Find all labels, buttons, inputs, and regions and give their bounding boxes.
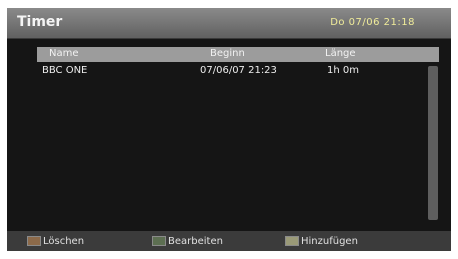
edit-button[interactable]: Bearbeiten bbox=[152, 234, 223, 248]
yellow-key-icon bbox=[285, 236, 299, 246]
column-header-length: Länge bbox=[325, 48, 356, 59]
footer-button-bar: Löschen Bearbeiten Hinzufügen bbox=[7, 231, 451, 251]
column-header-row: Name Beginn Länge bbox=[37, 47, 439, 62]
edit-button-label: Bearbeiten bbox=[168, 235, 223, 247]
cell-begin: 07/06/07 21:23 bbox=[200, 65, 277, 76]
timer-screen: Timer Do 07/06 21:18 Name Beginn Länge B… bbox=[7, 8, 451, 251]
title-bar: Timer Do 07/06 21:18 bbox=[7, 8, 451, 39]
page-title: Timer bbox=[17, 14, 63, 30]
column-header-begin: Beginn bbox=[210, 48, 245, 59]
add-button-label: Hinzufügen bbox=[301, 235, 358, 247]
scrollbar[interactable] bbox=[428, 66, 438, 220]
datetime-display: Do 07/06 21:18 bbox=[330, 17, 415, 28]
timer-list: Name Beginn Länge BBC ONE 07/06/07 21:23… bbox=[7, 39, 451, 231]
delete-button-label: Löschen bbox=[43, 235, 85, 247]
delete-button[interactable]: Löschen bbox=[27, 234, 84, 248]
red-key-icon bbox=[27, 236, 41, 246]
column-header-name: Name bbox=[49, 48, 79, 59]
table-row[interactable]: BBC ONE 07/06/07 21:23 1h 0m bbox=[37, 65, 427, 79]
add-button[interactable]: Hinzufügen bbox=[285, 234, 358, 248]
green-key-icon bbox=[152, 236, 166, 246]
cell-name: BBC ONE bbox=[42, 65, 88, 76]
cell-length: 1h 0m bbox=[327, 65, 359, 76]
